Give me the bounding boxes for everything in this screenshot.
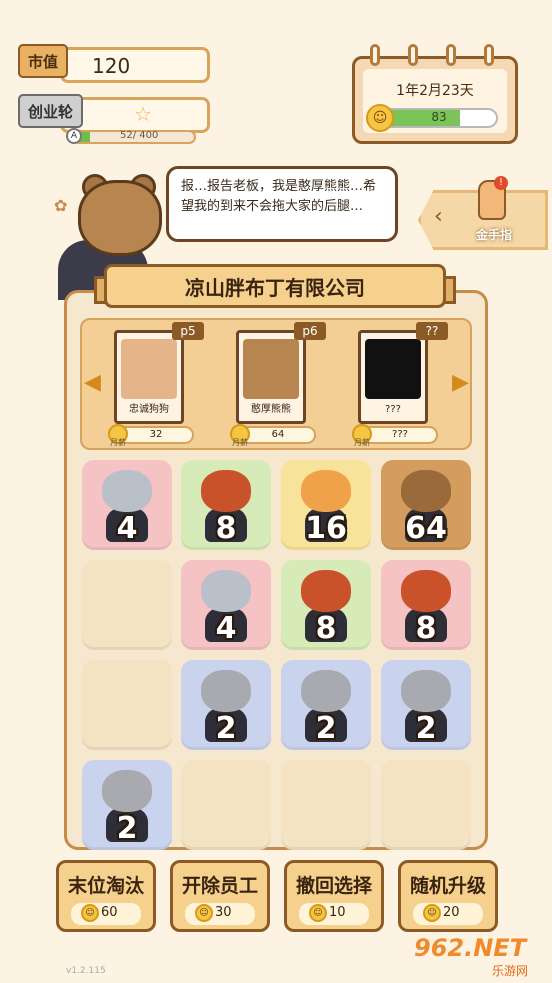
action-button[interactable]: 撤回选择 ☺ 10 (284, 860, 384, 932)
staff-salary: 64 (240, 426, 316, 444)
empty-cell[interactable] (181, 760, 271, 850)
staff-salary: ??? (362, 426, 438, 444)
staff-portrait (243, 339, 299, 399)
calendar-ring-icon (446, 44, 456, 66)
hamster-icon (201, 670, 251, 712)
staff-level-badge: ?? (416, 322, 448, 340)
employee-tile-hamster[interactable]: 2 (381, 660, 471, 750)
smiley-coin-icon: ☺ (423, 904, 441, 922)
staff-level-badge: p5 (172, 322, 204, 340)
staff-card[interactable]: ??? (358, 330, 428, 424)
action-label: 随机升级 (409, 875, 486, 897)
smiley-coin-icon: ☺ (195, 904, 213, 922)
tile-value: 64 (405, 511, 447, 546)
tile-value: 2 (415, 711, 437, 746)
paw-icon: ✿ (54, 196, 68, 215)
tile-value: 2 (116, 811, 138, 846)
mood-value: 83 (431, 110, 447, 124)
employee-tile-rabbit[interactable]: 4 (181, 560, 271, 650)
empty-cell[interactable] (82, 560, 172, 650)
action-cost: 60 (101, 905, 118, 920)
tile-value: 8 (415, 611, 437, 646)
red-panda-icon (201, 470, 251, 512)
market-value: 120 (92, 54, 131, 78)
calendar-ring-icon (408, 44, 418, 66)
salary-tag: 月薪 (354, 438, 370, 447)
cat-icon (301, 470, 351, 512)
action-cost: 30 (215, 905, 232, 920)
action-button[interactable]: 末位淘汰 ☺ 60 (56, 860, 156, 932)
arrow-left-icon[interactable]: ◀ (84, 370, 101, 395)
chevron-left-icon: ‹ (434, 204, 443, 229)
employee-tile-rabbit[interactable]: 4 (82, 460, 172, 550)
employee-tile-hamster[interactable]: 2 (82, 760, 172, 850)
watermark-logo: 962.NET (414, 934, 527, 962)
grade-badge: A (66, 128, 82, 144)
empty-cell[interactable] (281, 760, 371, 850)
action-cost: 10 (329, 905, 346, 920)
hamster-icon (401, 670, 451, 712)
staff-portrait (121, 339, 177, 399)
employee-tile-hamster[interactable]: 2 (281, 660, 371, 750)
action-cost: 20 (443, 905, 460, 920)
company-name: 凉山胖布丁有限公司 (104, 264, 446, 308)
speech-bubble: 报…报告老板，我是憨厚熊熊…希望我的到来不会拖大家的后腿… (166, 166, 398, 242)
tile-value: 8 (215, 511, 237, 546)
version-label: v1.2.115 (66, 966, 106, 976)
tile-value: 4 (215, 611, 237, 646)
bear-character (78, 180, 162, 256)
employee-tile-bear[interactable]: 64 (381, 460, 471, 550)
employee-tile-red-panda[interactable]: 8 (381, 560, 471, 650)
employee-tile-hamster[interactable]: 2 (181, 660, 271, 750)
action-button[interactable]: 开除员工 ☺ 30 (170, 860, 270, 932)
employee-tile-red-panda[interactable]: 8 (181, 460, 271, 550)
staff-name: ??? (385, 404, 401, 415)
tile-value: 2 (315, 711, 337, 746)
calendar-ring-icon (370, 44, 380, 66)
tile-value: 16 (305, 511, 347, 546)
calendar-date: 1年2月23天 (396, 83, 474, 99)
action-label: 末位淘汰 (67, 875, 144, 897)
hamster-icon (301, 670, 351, 712)
star-icon: ☆ (134, 102, 152, 126)
arrow-right-icon[interactable]: ▶ (452, 370, 469, 395)
bear-icon (401, 470, 451, 512)
stage-badge: 创业轮 (18, 94, 84, 128)
calendar-ring-icon (484, 44, 494, 66)
action-label: 开除员工 (181, 875, 258, 897)
empty-cell[interactable] (381, 760, 471, 850)
red-panda-icon (301, 570, 351, 612)
smiley-icon: ☺ (366, 104, 394, 132)
staff-level-badge: p6 (294, 322, 326, 340)
smiley-coin-icon: ☺ (309, 904, 327, 922)
action-button[interactable]: 随机升级 ☺ 20 (398, 860, 498, 932)
staff-salary: 32 (118, 426, 194, 444)
tile-value: 2 (215, 711, 237, 746)
watermark-sub: 乐游网 (492, 964, 529, 978)
staff-card[interactable]: 憨厚熊熊 (236, 330, 306, 424)
market-value-badge: 市值 (18, 44, 69, 78)
stage-progress-text: 52/ 400 (120, 130, 159, 141)
alert-icon: ! (494, 176, 508, 190)
staff-portrait (365, 339, 421, 399)
action-label: 撤回选择 (295, 875, 372, 897)
smiley-coin-icon: ☺ (81, 904, 99, 922)
rabbit-icon (102, 470, 152, 512)
tile-value: 8 (315, 611, 337, 646)
staff-card[interactable]: 忠诚狗狗 (114, 330, 184, 424)
tile-value: 4 (116, 511, 138, 546)
staff-name: 忠诚狗狗 (129, 404, 169, 415)
red-panda-icon (401, 570, 451, 612)
empty-cell[interactable] (82, 660, 172, 750)
staff-name: 憨厚熊熊 (251, 404, 291, 415)
employee-tile-cat[interactable]: 16 (281, 460, 371, 550)
salary-tag: 月薪 (232, 438, 248, 447)
golden-finger-label: 金手指 (476, 228, 513, 242)
employee-tile-red-panda[interactable]: 8 (281, 560, 371, 650)
hamster-icon (102, 770, 152, 812)
salary-tag: 月薪 (110, 438, 126, 447)
market-value-bar (60, 47, 210, 83)
rabbit-icon (201, 570, 251, 612)
